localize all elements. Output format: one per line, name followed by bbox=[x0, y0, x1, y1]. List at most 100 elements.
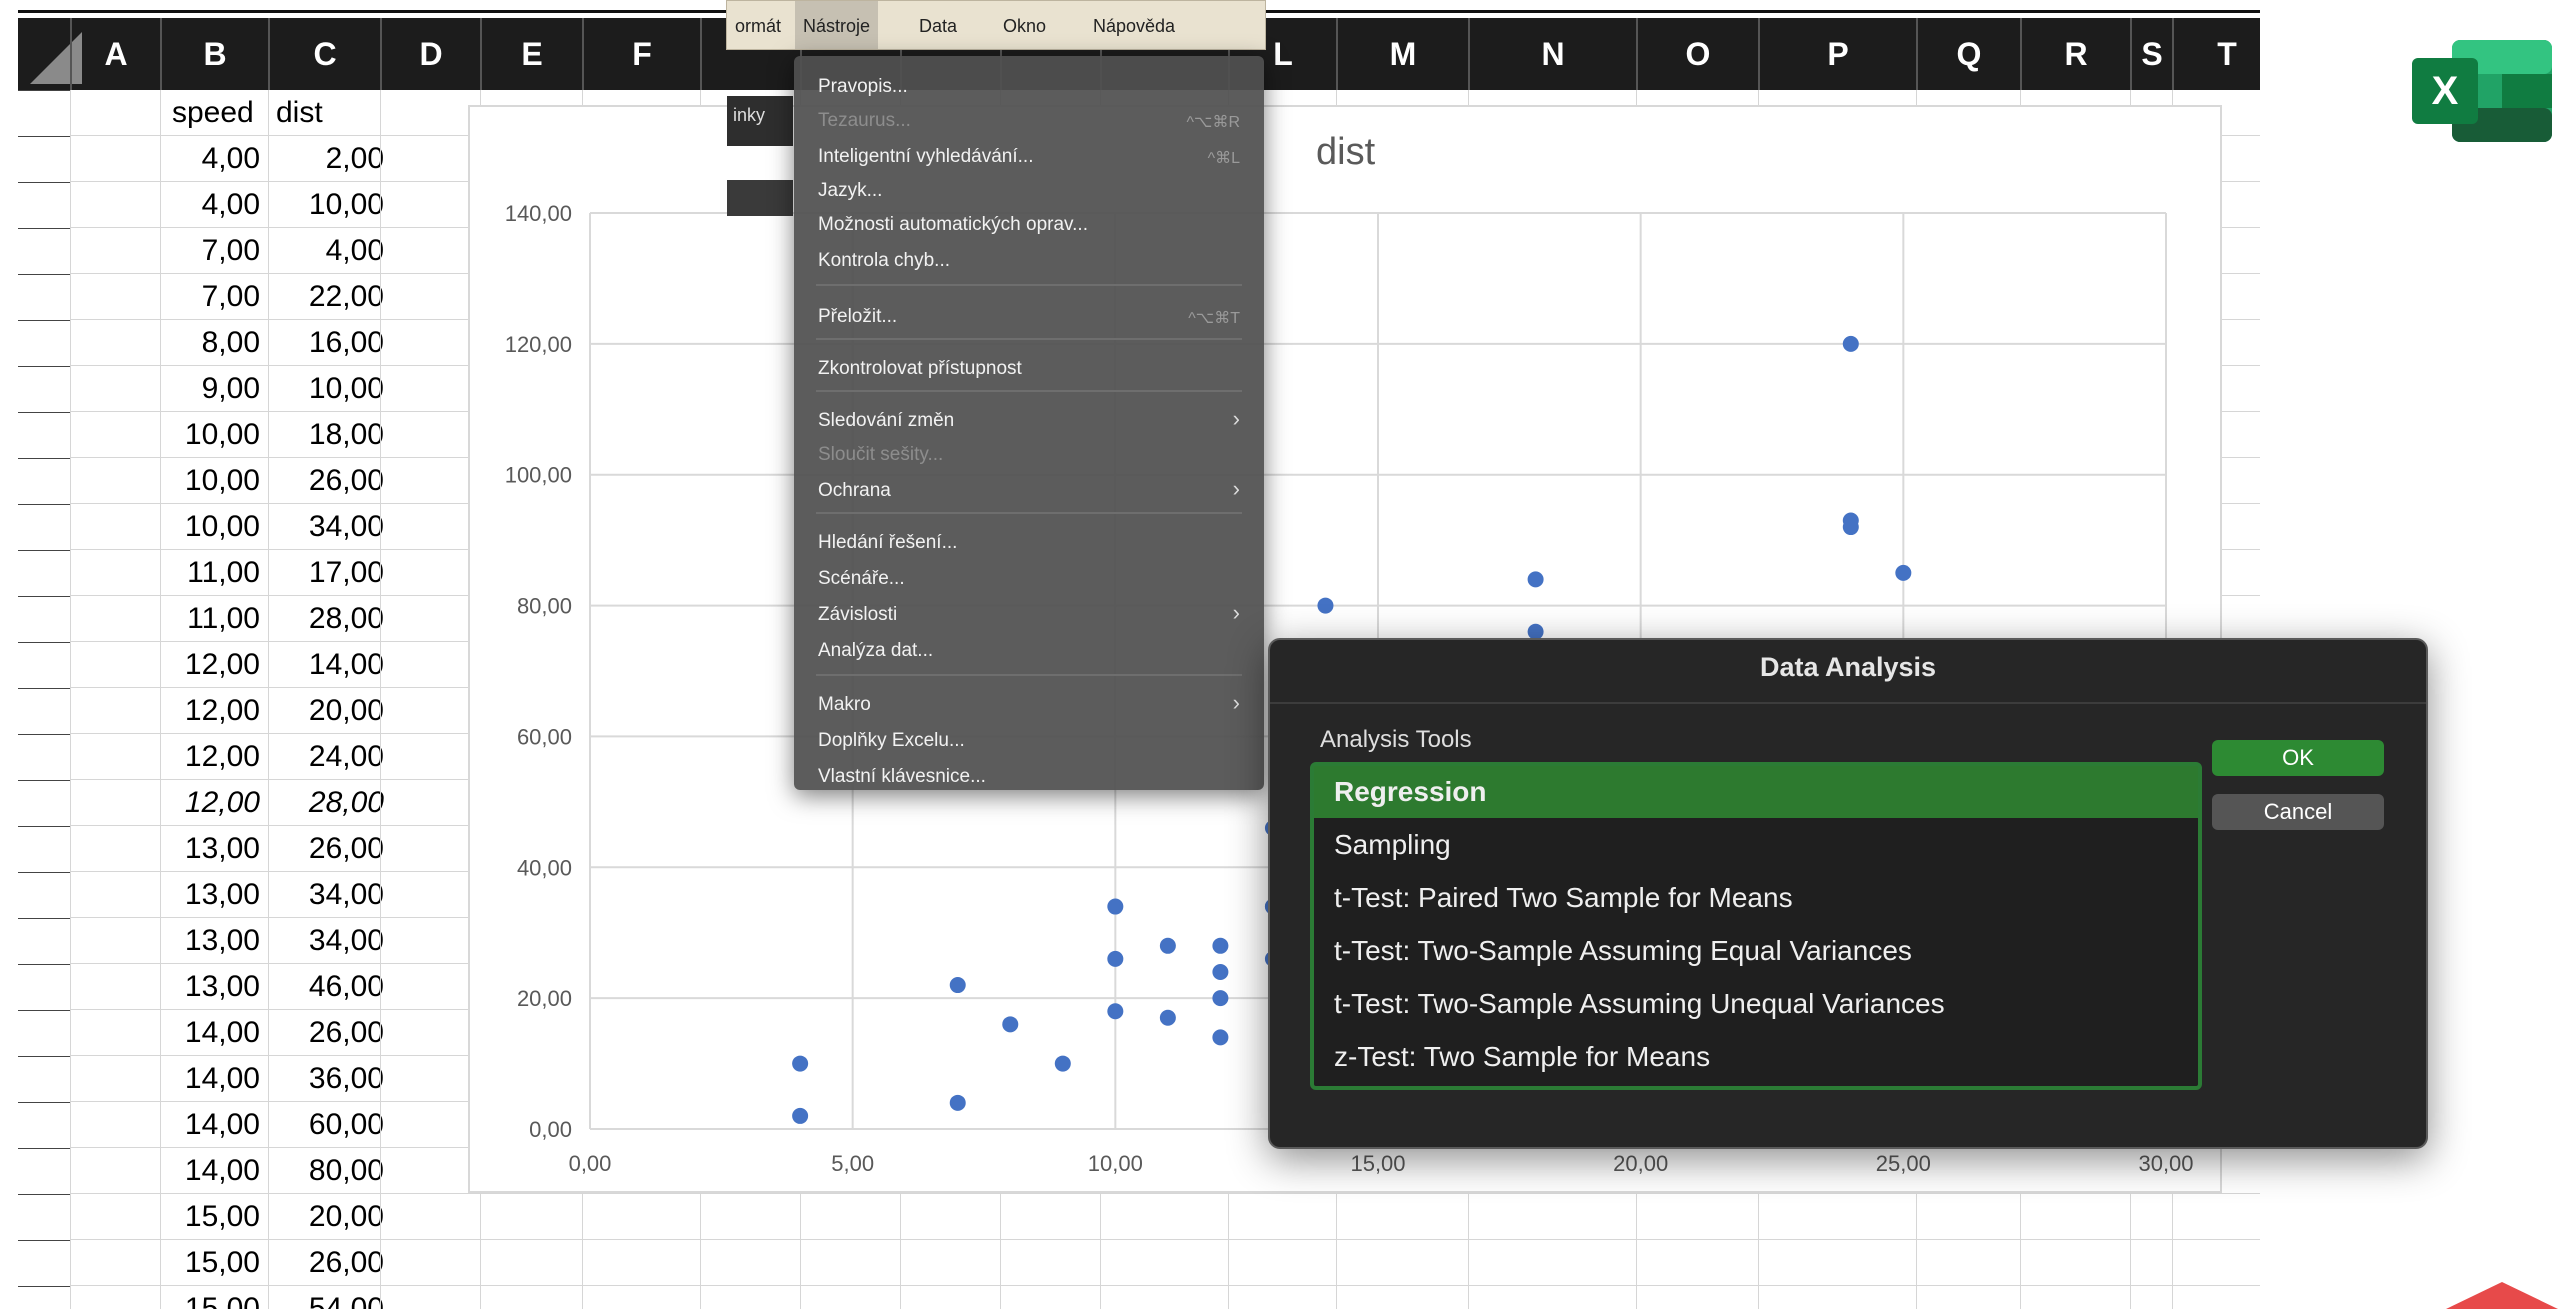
cell-speed[interactable]: 12,00 bbox=[160, 688, 260, 734]
column-header-B[interactable]: B bbox=[160, 18, 268, 90]
row-header-20[interactable]: 20 bbox=[18, 964, 70, 1010]
menu-item-2[interactable]: Inteligentní vyhledávání... bbox=[818, 146, 1033, 168]
row-header-8[interactable]: 8 bbox=[18, 412, 70, 458]
row-header-9[interactable]: 9 bbox=[18, 458, 70, 504]
cell-speed[interactable]: 14,00 bbox=[160, 1102, 260, 1148]
column-header-Q[interactable]: Q bbox=[1916, 18, 2020, 90]
row-header-10[interactable]: 10 bbox=[18, 504, 70, 550]
row-header-22[interactable]: 22 bbox=[18, 1056, 70, 1102]
row-header-25[interactable]: 25 bbox=[18, 1194, 70, 1240]
menubar-item-1[interactable]: Nástroje bbox=[795, 1, 879, 49]
menu-item-6[interactable]: Přeložit... bbox=[818, 306, 897, 328]
cell-dist[interactable]: 60,00 bbox=[268, 1102, 384, 1148]
cell-dist[interactable]: 36,00 bbox=[268, 1056, 384, 1102]
row-header-5[interactable]: 5 bbox=[18, 274, 70, 320]
cell-speed[interactable]: 11,00 bbox=[160, 596, 260, 642]
menu-item-10[interactable]: Ochrana bbox=[818, 480, 891, 502]
cell-speed[interactable]: 14,00 bbox=[160, 1010, 260, 1056]
cell-c1-dist-header[interactable]: dist bbox=[276, 90, 323, 136]
menu-item-0[interactable]: Pravopis... bbox=[818, 76, 908, 98]
cell-dist[interactable]: 26,00 bbox=[268, 1010, 384, 1056]
cell-speed[interactable]: 15,00 bbox=[160, 1240, 260, 1286]
cell-speed[interactable]: 4,00 bbox=[160, 136, 260, 182]
menu-item-1[interactable]: Tezaurus... bbox=[818, 110, 911, 132]
column-header-P[interactable]: P bbox=[1758, 18, 1916, 90]
cell-speed[interactable]: 13,00 bbox=[160, 826, 260, 872]
cell-dist[interactable]: 34,00 bbox=[268, 504, 384, 550]
row-header-1[interactable]: 1 bbox=[18, 90, 70, 136]
cell-speed[interactable]: 13,00 bbox=[160, 964, 260, 1010]
cell-speed[interactable]: 12,00 bbox=[160, 734, 260, 780]
cell-dist[interactable]: 46,00 bbox=[268, 964, 384, 1010]
menubar-item-2[interactable]: Data bbox=[911, 1, 965, 49]
cell-speed[interactable]: 14,00 bbox=[160, 1056, 260, 1102]
cell-speed[interactable]: 11,00 bbox=[160, 550, 260, 596]
cell-dist[interactable]: 18,00 bbox=[268, 412, 384, 458]
cell-dist[interactable]: 26,00 bbox=[268, 458, 384, 504]
column-header-F[interactable]: F bbox=[582, 18, 700, 90]
cell-speed[interactable]: 12,00 bbox=[160, 642, 260, 688]
cell-speed[interactable]: 10,00 bbox=[160, 458, 260, 504]
cell-dist[interactable]: 22,00 bbox=[268, 274, 384, 320]
row-header-7[interactable]: 7 bbox=[18, 366, 70, 412]
cell-speed[interactable]: 13,00 bbox=[160, 918, 260, 964]
row-header-14[interactable]: 14 bbox=[18, 688, 70, 734]
column-header-C[interactable]: C bbox=[268, 18, 380, 90]
cell-speed[interactable]: 4,00 bbox=[160, 182, 260, 228]
column-header-O[interactable]: O bbox=[1636, 18, 1758, 90]
cell-dist[interactable]: 80,00 bbox=[268, 1148, 384, 1194]
row-header-17[interactable]: 17 bbox=[18, 826, 70, 872]
row-header-6[interactable]: 6 bbox=[18, 320, 70, 366]
menu-item-12[interactable]: Scénáře... bbox=[818, 568, 905, 590]
cell-dist[interactable]: 54,00 bbox=[268, 1286, 384, 1309]
menu-item-15[interactable]: Makro bbox=[818, 694, 871, 716]
row-header-11[interactable]: 11 bbox=[18, 550, 70, 596]
analysis-tools-list[interactable]: Regression Sampling t-Test: Paired Two Sam… bbox=[1310, 762, 2202, 1090]
cell-dist[interactable]: 4,00 bbox=[268, 228, 384, 274]
analysis-tool-item[interactable]: Regression bbox=[1314, 766, 2198, 818]
menubar-item-3[interactable]: Okno bbox=[995, 1, 1054, 49]
row-header-18[interactable]: 18 bbox=[18, 872, 70, 918]
cell-speed[interactable]: 10,00 bbox=[160, 504, 260, 550]
cell-dist[interactable]: 10,00 bbox=[268, 366, 384, 412]
menu-item-16[interactable]: Doplňky Excelu... bbox=[818, 730, 965, 752]
row-header-27[interactable]: 27 bbox=[18, 1286, 70, 1309]
cell-dist[interactable]: 28,00 bbox=[268, 596, 384, 642]
menu-item-5[interactable]: Kontrola chyb... bbox=[818, 250, 950, 272]
column-header-A[interactable]: A bbox=[70, 18, 160, 90]
menubar-item-0[interactable]: ormát bbox=[727, 1, 789, 49]
analysis-tool-item[interactable]: t-Test: Paired Two Sample for Means bbox=[1314, 872, 2198, 924]
column-header-M[interactable]: M bbox=[1336, 18, 1468, 90]
menu-item-9[interactable]: Sloučit sešity... bbox=[818, 444, 943, 466]
cell-dist[interactable]: 14,00 bbox=[268, 642, 384, 688]
cell-speed[interactable]: 14,00 bbox=[160, 1148, 260, 1194]
row-header-19[interactable]: 19 bbox=[18, 918, 70, 964]
cell-dist[interactable]: 28,00 bbox=[268, 780, 384, 826]
cell-speed[interactable]: 15,00 bbox=[160, 1194, 260, 1240]
column-header-T[interactable]: T bbox=[2172, 18, 2260, 90]
column-header-R[interactable]: R bbox=[2020, 18, 2130, 90]
menu-item-17[interactable]: Vlastní klávesnice... bbox=[818, 766, 986, 788]
menu-item-8[interactable]: Sledování změn bbox=[818, 410, 954, 432]
row-header-23[interactable]: 23 bbox=[18, 1102, 70, 1148]
row-header-3[interactable]: 3 bbox=[18, 182, 70, 228]
cell-dist[interactable]: 24,00 bbox=[268, 734, 384, 780]
cell-dist[interactable]: 26,00 bbox=[268, 1240, 384, 1286]
cell-speed[interactable]: 9,00 bbox=[160, 366, 260, 412]
cell-dist[interactable]: 26,00 bbox=[268, 826, 384, 872]
column-header-D[interactable]: D bbox=[380, 18, 480, 90]
analysis-tool-item[interactable]: Sampling bbox=[1314, 819, 2198, 871]
menu-item-3[interactable]: Jazyk... bbox=[818, 180, 882, 202]
cell-speed[interactable]: 7,00 bbox=[160, 228, 260, 274]
row-header-26[interactable]: 26 bbox=[18, 1240, 70, 1286]
cell-speed[interactable]: 7,00 bbox=[160, 274, 260, 320]
menu-item-13[interactable]: Závislosti bbox=[818, 604, 897, 626]
cancel-button[interactable]: Cancel bbox=[2212, 794, 2384, 830]
column-header-E[interactable]: E bbox=[480, 18, 582, 90]
column-header-N[interactable]: N bbox=[1468, 18, 1636, 90]
row-header-13[interactable]: 13 bbox=[18, 642, 70, 688]
row-header-15[interactable]: 15 bbox=[18, 734, 70, 780]
menu-item-14[interactable]: Analýza dat... bbox=[818, 640, 933, 662]
row-header-21[interactable]: 21 bbox=[18, 1010, 70, 1056]
analysis-tool-item[interactable]: t-Test: Two-Sample Assuming Equal Varian… bbox=[1314, 925, 2198, 977]
